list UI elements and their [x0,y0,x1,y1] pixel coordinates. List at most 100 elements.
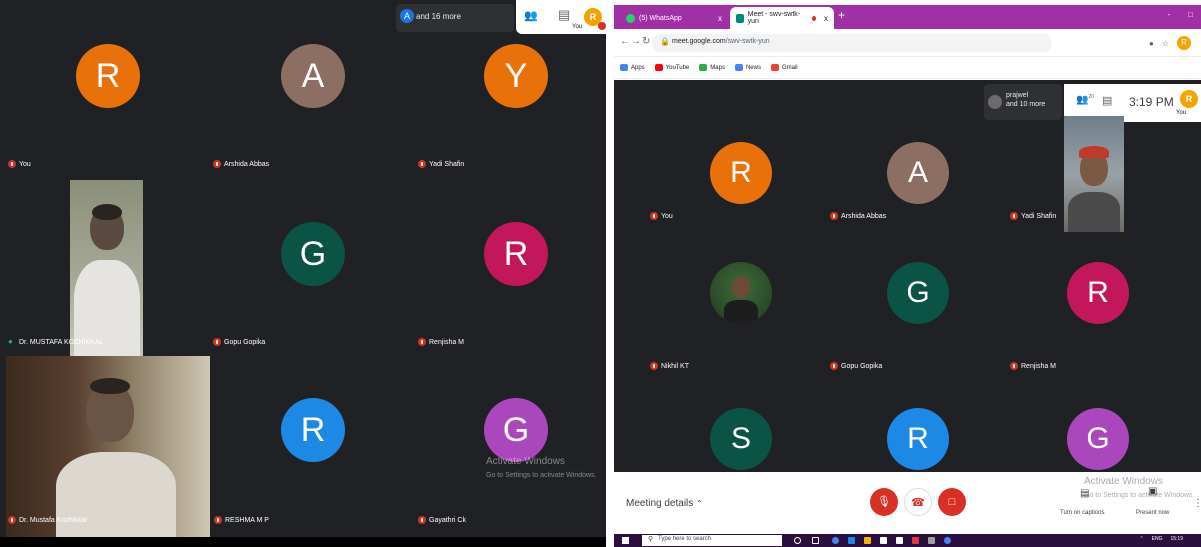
chevron-up-icon: ⌃ [696,499,703,508]
participant-avatar: S [710,408,772,470]
camera-indicator-icon[interactable]: ● [1149,39,1154,48]
edge-icon[interactable] [848,537,855,544]
chrome-window-icon[interactable] [944,537,951,544]
participant-tile[interactable]: R Renjisha M [1004,232,1184,378]
turn-on-captions-button[interactable]: Turn on captions [1060,510,1104,516]
mic-off-icon: 🎙 [877,496,891,508]
tab-whatsapp[interactable]: (5) WhatsApp x [620,7,728,29]
chat-icon[interactable]: ▤ [558,7,570,23]
present-now-button[interactable]: Present now [1136,510,1169,516]
mic-off-icon [213,160,221,168]
recording-dot-icon [811,15,816,21]
participant-avatar: R [887,408,949,470]
chat-icon[interactable]: ▤ [1102,94,1112,107]
mic-off-icon [650,212,658,220]
tab-close-button[interactable]: x [824,14,828,23]
language-indicator[interactable]: ENG [1152,536,1163,542]
participant-tile[interactable]: Y Yadi Shafin [410,34,606,180]
people-icon[interactable]: 👥 [524,9,538,22]
minimize-button[interactable]: - [1167,10,1170,19]
bookmark-gmail[interactable]: Gmail [770,64,798,71]
participant-name: ● Dr. MUSTAFA KOZHIKKAL [8,337,104,346]
forward-icon[interactable]: → [631,36,641,47]
windows-start-icon[interactable] [622,537,629,544]
participant-tile[interactable]: R You [644,110,824,232]
mic-off-icon [418,516,426,524]
bookmark-news[interactable]: News [734,64,761,71]
speaking-icon: ● [8,337,13,346]
maximize-button[interactable]: □ [1188,10,1193,19]
mic-off-icon [1010,212,1018,220]
mic-toggle-button[interactable]: 🎙 [870,488,898,516]
participants-chip[interactable]: A and 16 more [396,4,514,32]
store-icon[interactable] [880,537,887,544]
participant-name: Yadi Shafin [1010,212,1056,220]
participant-name: Renjisha M [1010,362,1056,370]
participant-tile[interactable]: A Arshida Abbas [205,0,405,180]
participant-tile[interactable]: G Gopu Gopika [824,232,1004,378]
app-icon[interactable] [928,537,935,544]
participant-tile[interactable]: Dr. Mustafa Kozhikkal [0,356,210,537]
meeting-details-button[interactable]: Meeting details ⌃ [626,498,703,509]
profile-avatar[interactable]: R [1177,36,1191,50]
bookmark-maps[interactable]: Maps [699,64,725,71]
participant-tile[interactable]: A Arshida Abbas [824,110,1004,232]
mic-off-icon [830,212,838,220]
mic-off-icon [213,338,221,346]
left-meet-header-controls: 👥 ▤ R You [516,0,606,34]
file-explorer-icon[interactable] [864,537,871,544]
meet-icon [736,13,744,23]
participant-avatar: G [1067,408,1129,470]
tray-arrow-icon[interactable]: ⌃ [1139,536,1143,542]
participant-avatar: R [710,142,772,204]
task-view-icon[interactable] [812,537,819,544]
participant-tile[interactable]: R [824,378,1004,472]
mail-icon[interactable] [896,537,903,544]
bookmarks-bar: Apps YouTube Maps News Gmail [614,57,1201,79]
participant-avatar: A [281,44,345,108]
participant-tile[interactable]: G [1004,378,1184,472]
taskbar-search-box[interactable]: ⚲ Type here to search [642,535,782,546]
new-tab-button[interactable]: + [838,8,845,22]
bookmark-star-icon[interactable]: ☆ [1162,39,1169,48]
window-controls: - □ [1167,10,1193,19]
participant-tile[interactable]: R RESHMA M P [210,356,410,537]
chrome-icon[interactable] [832,537,839,544]
reload-icon[interactable]: ↻ [642,36,650,47]
participant-tile[interactable]: G Gopu Gopika [205,180,405,356]
self-avatar[interactable]: R [1180,90,1198,108]
pdf-reader-icon[interactable] [912,537,919,544]
meet-control-bar: Meeting details ⌃ 🎙 ☎ □ Activate Windows… [614,472,1201,534]
url-bar[interactable]: 🔒 meet.google.com/swv-swtk-yun [652,34,1052,52]
participant-photo [710,262,772,324]
people-icon[interactable]: 👥20 [1076,94,1094,105]
participant-tile[interactable]: Nikhil KT [644,232,824,378]
participant-tile[interactable]: ● Dr. MUSTAFA KOZHIKKAL [0,180,200,356]
gmail-icon [770,64,779,71]
participant-name: Arshida Abbas [830,212,886,220]
bookmark-youtube[interactable]: YouTube [654,64,689,71]
left-meet-screen: A and 16 more 👥 ▤ R You R You A Arshida … [0,0,606,547]
search-icon: ⚲ [648,536,654,543]
tab-label: Meet - swv-swtk-yun [747,11,801,25]
participant-tile[interactable]: S [644,378,824,472]
bookmark-apps[interactable]: Apps [620,64,645,71]
participant-tile[interactable]: G Gayathri Ck Activate Windows Go to Set… [410,356,606,537]
activate-windows-watermark: Activate Windows [486,456,565,467]
participant-tile[interactable]: R You [0,0,200,180]
taskbar-clock[interactable]: 15:19 [1170,536,1183,542]
participant-avatar [988,95,1002,109]
participant-name: Gopu Gopika [830,362,882,370]
tab-close-button[interactable]: x [718,14,722,23]
participant-name: Yadi Shafin [418,160,464,168]
participant-tile[interactable]: R Renjisha M [410,180,606,356]
tab-meet[interactable]: Meet - swv-swtk-yun x [730,7,834,29]
url-text: meet.google.com/swv-swtk-yun [672,38,770,45]
leave-call-button[interactable]: ☎ [904,488,932,516]
participant-name: Gopu Gopika [213,338,265,346]
cortana-icon[interactable] [794,537,801,544]
participant-tile[interactable]: Yadi Shafin [1004,110,1184,232]
back-icon[interactable]: ← [620,36,630,47]
more-options-icon[interactable]: ⋮ [1193,498,1201,509]
camera-toggle-button[interactable]: □ [938,488,966,516]
